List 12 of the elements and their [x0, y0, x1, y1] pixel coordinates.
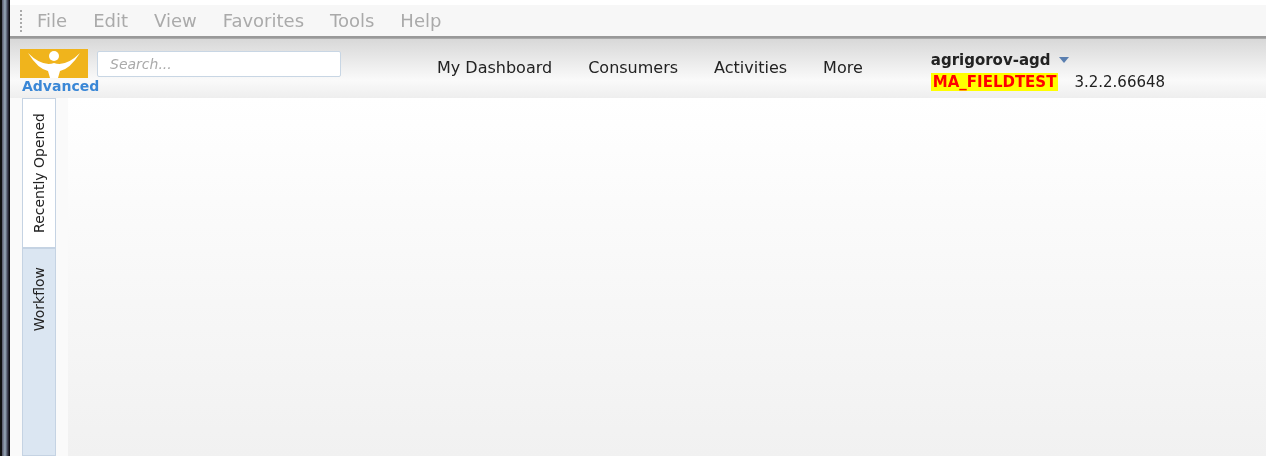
caret-icon[interactable]: [1058, 57, 1069, 63]
version-text: 3.2.2.66648: [1074, 73, 1166, 91]
nav-item[interactable]: Consumers: [588, 58, 679, 77]
nav-item[interactable]: My Dashboard: [437, 58, 553, 77]
side-tab[interactable]: Recently Opened: [22, 98, 56, 248]
search-field[interactable]: Search...: [97, 50, 341, 77]
environment-badge: MA_FIELDTEST: [930, 73, 1059, 91]
user-name[interactable]: agrigorov-agd: [930, 51, 1051, 69]
nav-item[interactable]: Activities: [714, 58, 788, 77]
nav-item[interactable]: More: [823, 58, 863, 77]
logo-icon: [20, 49, 88, 78]
side-tab[interactable]: Workflow: [22, 248, 56, 456]
